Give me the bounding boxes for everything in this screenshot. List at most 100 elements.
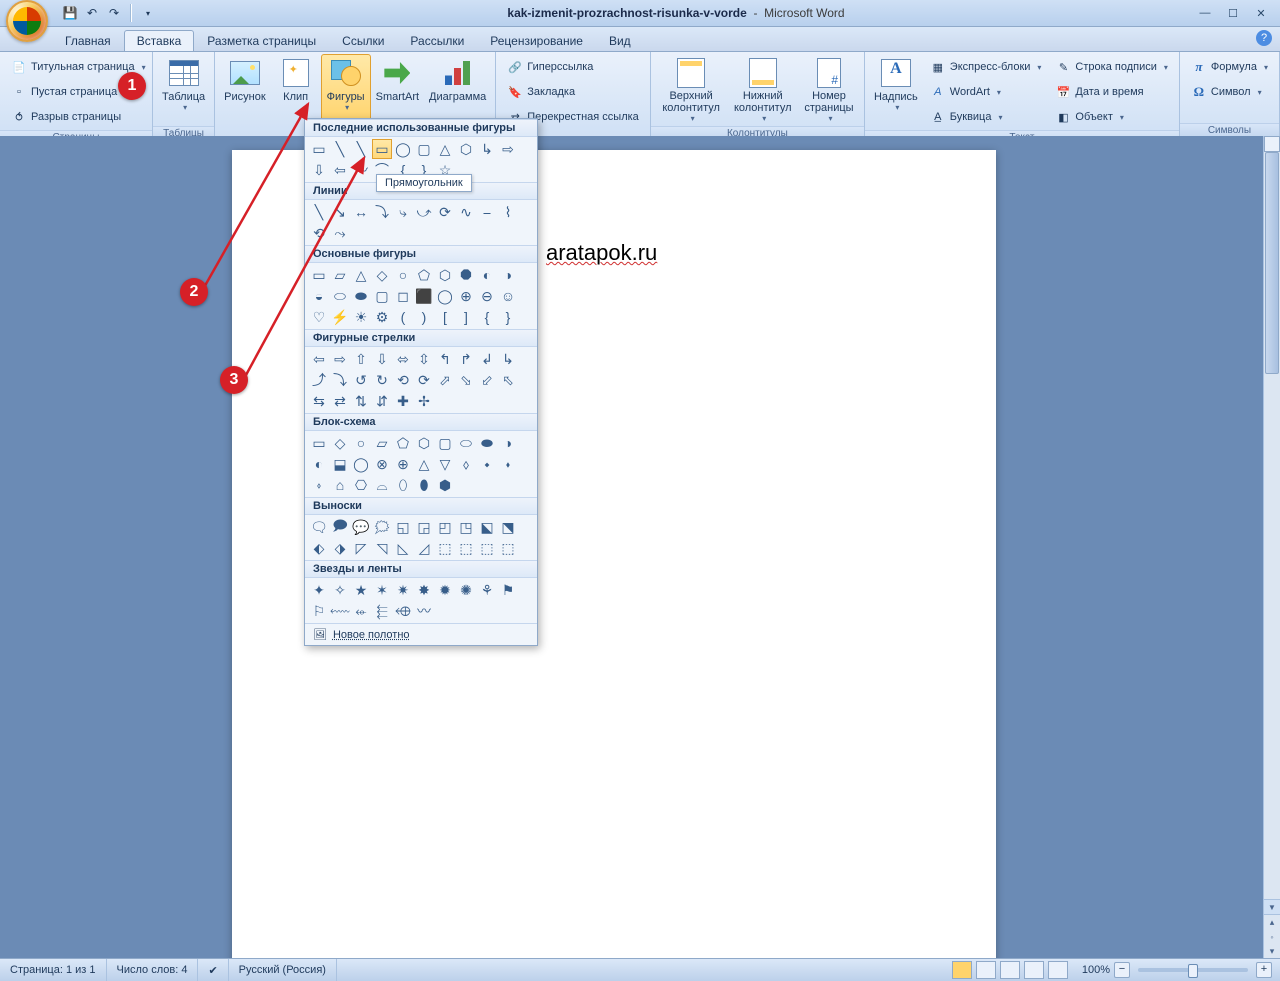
shape-item[interactable]: { bbox=[477, 307, 497, 327]
shape-item[interactable]: ✹ bbox=[435, 580, 455, 600]
status-language[interactable]: Русский (Россия) bbox=[229, 959, 337, 981]
shape-rectangle[interactable]: ▭ bbox=[372, 139, 392, 159]
shape-item[interactable]: ⊖ bbox=[477, 286, 497, 306]
shape-item[interactable]: ⬚ bbox=[435, 538, 455, 558]
shape-item[interactable]: ⤴ bbox=[309, 370, 329, 390]
shape-item[interactable]: ⇨ bbox=[498, 139, 518, 159]
shape-item[interactable]: ⊗ bbox=[372, 454, 392, 474]
zoom-level[interactable]: 100% bbox=[1082, 964, 1110, 976]
shape-item[interactable]: ✦ bbox=[309, 580, 329, 600]
shapes-new-canvas[interactable]: 🖼 Новое полотно bbox=[305, 623, 537, 645]
shape-item[interactable]: ⟳ bbox=[435, 202, 455, 222]
shape-item[interactable]: ◇ bbox=[372, 265, 392, 285]
dropcap-button[interactable]: A̲Буквица bbox=[925, 105, 1047, 129]
tab-mailings[interactable]: Рассылки bbox=[397, 30, 477, 51]
view-print-layout[interactable] bbox=[952, 961, 972, 979]
clip-button[interactable]: Клип bbox=[271, 54, 321, 126]
shape-item[interactable]: ⇵ bbox=[372, 391, 392, 411]
shape-item[interactable]: ⇧ bbox=[351, 349, 371, 369]
scroll-down-button[interactable]: ▼ bbox=[1264, 899, 1280, 915]
page-break-button[interactable]: ⥀Разрыв страницы bbox=[6, 105, 150, 129]
shape-item[interactable]: ○ bbox=[351, 433, 371, 453]
shape-item[interactable]: ⬔ bbox=[498, 517, 518, 537]
shapes-dropdown[interactable]: Последние использованные фигуры ▭╲╲ ▭ ◯▢… bbox=[304, 118, 538, 646]
shape-item[interactable]: ⬡ bbox=[435, 265, 455, 285]
shape-item[interactable]: ⚑ bbox=[498, 580, 518, 600]
shape-item[interactable]: ▢ bbox=[435, 433, 455, 453]
close-button[interactable]: ✕ bbox=[1248, 4, 1274, 22]
shape-item[interactable]: ⟲ bbox=[393, 370, 413, 390]
view-outline[interactable] bbox=[1024, 961, 1044, 979]
shape-item[interactable]: ( bbox=[393, 307, 413, 327]
shape-item[interactable]: ↺ bbox=[351, 370, 371, 390]
shape-item[interactable]: ⊕ bbox=[393, 454, 413, 474]
zoom-in-button[interactable]: + bbox=[1256, 962, 1272, 978]
shape-item[interactable]: ◹ bbox=[372, 538, 392, 558]
shape-item[interactable]: ⬱ bbox=[372, 601, 392, 621]
shape-item[interactable]: ⇦ bbox=[309, 349, 329, 369]
datetime-button[interactable]: 📅Дата и время bbox=[1050, 80, 1172, 104]
smartart-button[interactable]: SmartArt bbox=[371, 54, 424, 126]
shape-item[interactable]: ⬭ bbox=[330, 286, 350, 306]
table-button[interactable]: Таблица bbox=[157, 54, 210, 126]
shape-item[interactable]: 🗩 bbox=[330, 517, 350, 537]
shape-item[interactable]: ✺ bbox=[456, 580, 476, 600]
shape-item[interactable]: ◯ bbox=[393, 139, 413, 159]
shape-item[interactable]: ╲ bbox=[309, 202, 329, 222]
zoom-out-button[interactable]: − bbox=[1114, 962, 1130, 978]
status-spellcheck[interactable]: ✔ bbox=[198, 959, 228, 981]
shape-item[interactable]: ▽ bbox=[435, 454, 455, 474]
ruler-toggle[interactable] bbox=[1264, 136, 1280, 152]
shape-item[interactable]: ↔ bbox=[351, 202, 371, 222]
shape-item[interactable]: △ bbox=[414, 454, 434, 474]
shape-item[interactable]: ✶ bbox=[372, 580, 392, 600]
shape-item[interactable]: ⬲ bbox=[393, 601, 413, 621]
shape-item[interactable]: ⌓ bbox=[372, 475, 392, 495]
undo-icon[interactable]: ↶ bbox=[84, 5, 100, 21]
shape-item[interactable]: ⤳ bbox=[330, 223, 350, 243]
shape-item[interactable]: ◐ bbox=[477, 265, 497, 285]
browse-object-button[interactable]: ◦ bbox=[1264, 930, 1280, 945]
shape-item[interactable]: ⬁ bbox=[498, 370, 518, 390]
shape-item[interactable]: ⤵ bbox=[330, 370, 350, 390]
save-icon[interactable]: 💾 bbox=[62, 5, 78, 21]
shape-item[interactable]: ⬨ bbox=[456, 454, 476, 474]
scroll-thumb[interactable] bbox=[1265, 152, 1279, 374]
shape-item[interactable]: ◐ bbox=[309, 454, 329, 474]
shape-item[interactable]: ○ bbox=[393, 265, 413, 285]
prev-page-button[interactable]: ▴ bbox=[1264, 915, 1280, 930]
shape-item[interactable]: ⬠ bbox=[393, 433, 413, 453]
tab-view[interactable]: Вид bbox=[596, 30, 644, 51]
shape-item[interactable]: ◒ bbox=[309, 286, 329, 306]
shape-item[interactable]: ▭ bbox=[309, 139, 329, 159]
shape-item[interactable]: ╲ bbox=[351, 139, 371, 159]
shape-item[interactable]: ◲ bbox=[414, 517, 434, 537]
signature-button[interactable]: ✎Строка подписи bbox=[1050, 55, 1172, 79]
shape-item[interactable]: 🗨 bbox=[309, 517, 329, 537]
next-page-button[interactable]: ▾ bbox=[1264, 944, 1280, 959]
shape-item[interactable]: ⬯ bbox=[393, 475, 413, 495]
shape-item[interactable]: ╲ bbox=[330, 139, 350, 159]
shape-item[interactable]: ✧ bbox=[330, 580, 350, 600]
bookmark-button[interactable]: 🔖Закладка bbox=[502, 80, 644, 104]
shape-item[interactable]: ↻ bbox=[372, 370, 392, 390]
shape-item[interactable]: ] bbox=[456, 307, 476, 327]
shape-item[interactable]: △ bbox=[351, 265, 371, 285]
shape-item[interactable]: ⬭ bbox=[456, 433, 476, 453]
shape-item[interactable]: ⌂ bbox=[330, 475, 350, 495]
shape-item[interactable]: ⟲ bbox=[309, 223, 329, 243]
shape-item[interactable]: ▢ bbox=[414, 139, 434, 159]
tab-home[interactable]: Главная bbox=[52, 30, 124, 51]
shape-item[interactable]: ⚐ bbox=[309, 601, 329, 621]
shape-item[interactable]: ☺ bbox=[498, 286, 518, 306]
shape-item[interactable]: ⌇ bbox=[498, 202, 518, 222]
shape-item[interactable]: ⇩ bbox=[372, 349, 392, 369]
shape-item[interactable]: ◺ bbox=[393, 538, 413, 558]
textbox-button[interactable]: Надпись bbox=[869, 54, 923, 126]
footer-button[interactable]: Нижний колонтитул bbox=[727, 54, 798, 126]
wordart-button[interactable]: AWordArt bbox=[925, 80, 1047, 104]
shape-item[interactable]: ◸ bbox=[351, 538, 371, 558]
shape-item[interactable]: ⬓ bbox=[330, 454, 350, 474]
shape-item[interactable]: 🗯 bbox=[372, 517, 392, 537]
tab-references[interactable]: Ссылки bbox=[329, 30, 397, 51]
